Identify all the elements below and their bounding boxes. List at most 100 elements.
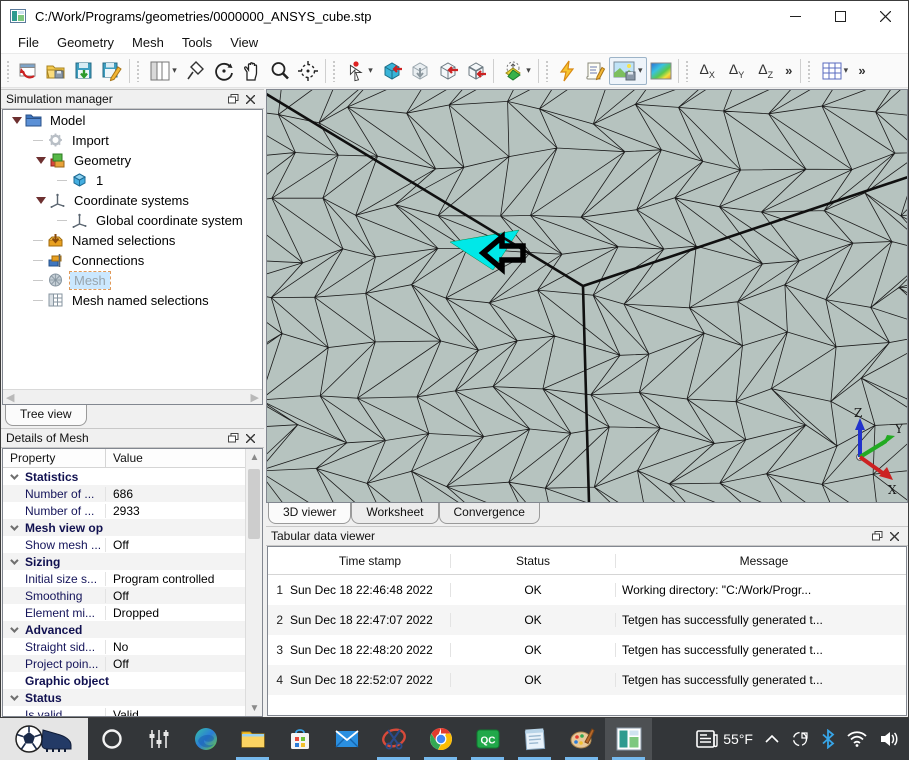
taskbar-chrome[interactable] <box>417 718 464 760</box>
close-panel-button[interactable] <box>242 91 259 107</box>
weather-widget[interactable]: 55°F <box>689 718 759 760</box>
tab-worksheet[interactable]: Worksheet <box>351 503 438 524</box>
3d-viewport[interactable]: Z Y X <box>266 89 908 503</box>
start-button[interactable] <box>0 718 88 760</box>
toolbar-handle[interactable] <box>545 60 550 82</box>
collapse-arrow-icon[interactable] <box>9 117 25 124</box>
tree-item-mesh[interactable]: Mesh <box>3 270 262 290</box>
float-panel-button[interactable] <box>869 528 886 544</box>
details-group-row[interactable]: Statistics <box>3 468 245 485</box>
color-map-button[interactable] <box>647 57 675 85</box>
details-row[interactable]: SmoothingOff <box>3 587 245 604</box>
details-group-row[interactable]: Status <box>3 689 245 706</box>
details-row[interactable]: Initial size s...Program controlled <box>3 570 245 587</box>
generate-mesh-button[interactable] <box>553 57 581 85</box>
save-button[interactable] <box>70 57 98 85</box>
taskbar-edge[interactable] <box>182 718 229 760</box>
select-face-button[interactable] <box>434 57 462 85</box>
toolbar-handle[interactable] <box>807 60 812 82</box>
show-transparent-button[interactable] <box>406 57 434 85</box>
tray-show-hidden[interactable] <box>759 718 785 760</box>
details-group-row[interactable]: Advanced <box>3 621 245 638</box>
pin-selection-button[interactable] <box>182 57 210 85</box>
close-button[interactable] <box>863 1 908 31</box>
taskbar-mail[interactable] <box>323 718 370 760</box>
chevron-down-icon[interactable] <box>3 695 23 701</box>
tab-3d-viewer[interactable]: 3D viewer <box>268 502 351 524</box>
taskbar-snipping-tool[interactable] <box>370 718 417 760</box>
menu-file[interactable]: File <box>9 32 48 53</box>
menu-geometry[interactable]: Geometry <box>48 32 123 53</box>
scrollbar-thumb[interactable] <box>248 469 260 539</box>
scroll-left-icon[interactable]: ◀ <box>6 391 14 404</box>
delta-x-button[interactable]: ΔX <box>693 61 722 80</box>
property-column-header[interactable]: Property <box>3 449 106 467</box>
tab-convergence[interactable]: Convergence <box>439 503 540 524</box>
table-row[interactable]: 2 Sun Dec 18 22:47:07 2022 OK Tetgen has… <box>268 605 906 635</box>
collapse-arrow-icon[interactable] <box>33 157 49 164</box>
script-editor-button[interactable] <box>581 57 609 85</box>
taskbar-cortana[interactable] <box>88 718 135 760</box>
details-group-row[interactable]: Mesh view op <box>3 519 245 536</box>
clipping-plane-button[interactable]: ▾ <box>497 57 535 85</box>
toolbar-overflow-button[interactable]: » <box>853 63 870 78</box>
tree-item-connections[interactable]: Connections <box>3 250 262 270</box>
table-row[interactable]: 1 Sun Dec 18 22:46:48 2022 OK Working di… <box>268 575 906 605</box>
pick-selection-button[interactable]: ▾ <box>340 57 378 85</box>
menu-mesh[interactable]: Mesh <box>123 32 173 53</box>
tree-item-model[interactable]: Model <box>3 110 262 130</box>
hide-body-button[interactable] <box>378 57 406 85</box>
taskbar-file-explorer[interactable] <box>229 718 276 760</box>
taskbar-qc-app[interactable]: QC <box>464 718 511 760</box>
details-row[interactable]: Number of ...2933 <box>3 502 245 519</box>
details-group-row[interactable]: Sizing <box>3 553 245 570</box>
toolbar-handle[interactable] <box>6 60 11 82</box>
tree-item-import[interactable]: Import <box>3 130 262 150</box>
details-row[interactable]: Project poin...Off <box>3 655 245 672</box>
toolbar-handle[interactable] <box>685 60 690 82</box>
message-column-header[interactable]: Message <box>616 554 906 568</box>
menu-tools[interactable]: Tools <box>173 32 221 53</box>
taskbar-store[interactable] <box>276 718 323 760</box>
tray-volume-button[interactable] <box>873 718 905 760</box>
float-panel-button[interactable] <box>225 91 242 107</box>
tree-item-mesh-named-selections[interactable]: Mesh named selections <box>3 290 262 310</box>
details-vertical-scrollbar[interactable]: ▲ ▼ <box>245 449 262 716</box>
details-row[interactable]: Element mi...Dropped <box>3 604 245 621</box>
tree-item-part-1[interactable]: 1 <box>3 170 262 190</box>
close-panel-button[interactable] <box>242 430 259 446</box>
toolbar-handle[interactable] <box>136 60 141 82</box>
pan-view-button[interactable] <box>238 57 266 85</box>
taskbar-mesh-app[interactable] <box>605 718 652 760</box>
details-row[interactable]: Number of ...686 <box>3 485 245 502</box>
scroll-up-icon[interactable]: ▲ <box>246 449 263 465</box>
details-row[interactable]: Is validValid <box>3 706 245 717</box>
viewport-layout-button[interactable]: ▾ <box>144 57 182 85</box>
taskbar-notepad[interactable] <box>511 718 558 760</box>
tree-item-coordinate-systems[interactable]: Coordinate systems <box>3 190 262 210</box>
delta-y-button[interactable]: ΔY <box>722 61 751 80</box>
table-grid-button[interactable]: ▾ <box>815 57 853 85</box>
chevron-down-icon[interactable] <box>3 627 23 633</box>
screenshot-button[interactable]: ▾ <box>609 57 647 85</box>
table-row[interactable]: 3 Sun Dec 18 22:48:20 2022 OK Tetgen has… <box>268 635 906 665</box>
value-column-header[interactable]: Value <box>106 449 245 467</box>
toolbar-handle[interactable] <box>332 60 337 82</box>
delta-z-button[interactable]: ΔZ <box>751 61 780 80</box>
tray-wifi-button[interactable] <box>841 718 873 760</box>
minimize-button[interactable] <box>773 1 818 31</box>
tree-item-global-coordinate-system[interactable]: Global coordinate system <box>3 210 262 230</box>
open-file-button[interactable] <box>42 57 70 85</box>
float-panel-button[interactable] <box>225 430 242 446</box>
chevron-down-icon[interactable] <box>3 525 23 531</box>
toolbar-overflow-button[interactable]: » <box>780 63 797 78</box>
taskbar-task-view[interactable] <box>135 718 182 760</box>
select-edge-button[interactable] <box>462 57 490 85</box>
zoom-view-button[interactable] <box>266 57 294 85</box>
details-row[interactable]: Straight sid...No <box>3 638 245 655</box>
details-group-row[interactable]: Graphic object <box>3 672 245 689</box>
details-row[interactable]: Show mesh ...Off <box>3 536 245 553</box>
chevron-down-icon[interactable] <box>3 559 23 565</box>
taskbar-paint[interactable] <box>558 718 605 760</box>
collapse-arrow-icon[interactable] <box>33 197 49 204</box>
